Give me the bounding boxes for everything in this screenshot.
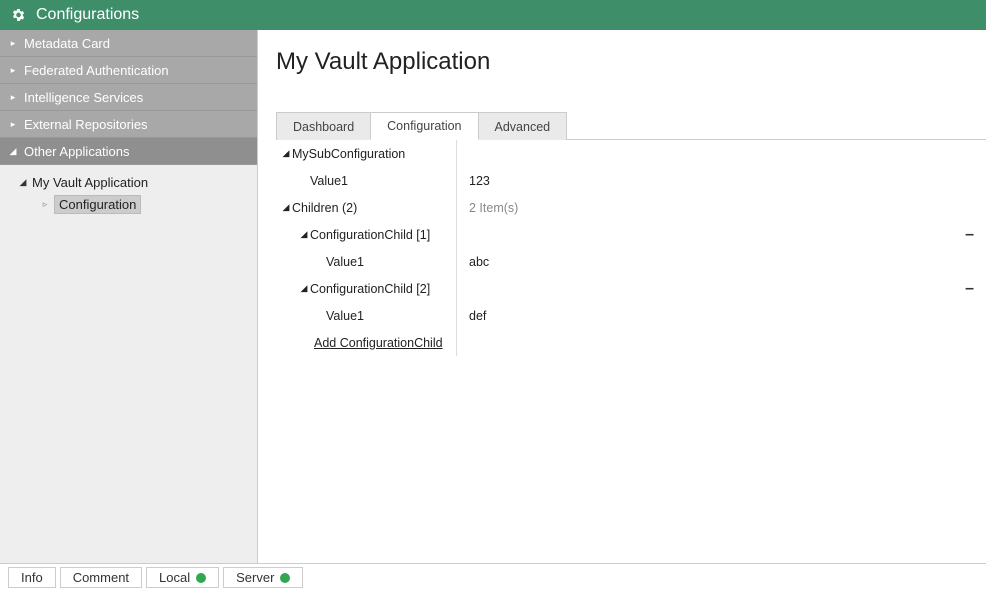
sidebar-section-federated-auth[interactable]: ▸ Federated Authentication xyxy=(0,57,257,84)
add-child-link[interactable]: Add ConfigurationChild xyxy=(314,336,443,350)
sidebar-section-label: Metadata Card xyxy=(24,36,110,51)
status-info-button[interactable]: Info xyxy=(8,567,56,588)
chevron-down-icon: ◢ xyxy=(18,177,28,188)
grid-key: ConfigurationChild [1] xyxy=(310,228,430,242)
sidebar-tree: ◢ My Vault Application ▹ Configuration xyxy=(0,165,257,221)
status-label: Local xyxy=(159,570,190,585)
status-label: Server xyxy=(236,570,274,585)
property-grid: ◢ MySubConfiguration Value1 123 ◢ Ch xyxy=(276,140,986,563)
page-title: My Vault Application xyxy=(276,48,986,76)
tree-item-app[interactable]: ◢ My Vault Application xyxy=(0,171,257,193)
grid-value[interactable] xyxy=(456,140,986,167)
main-panel: My Vault Application Dashboard Configura… xyxy=(258,30,986,563)
remove-icon[interactable]: – xyxy=(965,227,974,243)
chevron-right-icon: ▸ xyxy=(8,119,18,130)
grid-row-add-child[interactable]: Add ConfigurationChild xyxy=(276,329,986,356)
tab-bar-filler xyxy=(566,112,986,140)
tree-item-label: Configuration xyxy=(54,195,141,214)
sidebar-section-other-apps[interactable]: ◢ Other Applications xyxy=(0,138,257,165)
status-local-button[interactable]: Local xyxy=(146,567,219,588)
sidebar-section-intelligence[interactable]: ▸ Intelligence Services xyxy=(0,84,257,111)
grid-value[interactable]: – xyxy=(456,275,986,302)
remove-icon[interactable]: – xyxy=(965,281,974,297)
sidebar-section-label: Federated Authentication xyxy=(24,63,169,78)
sidebar-section-metadata-card[interactable]: ▸ Metadata Card xyxy=(0,30,257,57)
tree-item-label: My Vault Application xyxy=(32,175,148,190)
chevron-down-icon: ◢ xyxy=(8,146,18,157)
status-dot-icon xyxy=(196,573,206,583)
grid-row-child-1[interactable]: ◢ ConfigurationChild [1] – xyxy=(276,221,986,248)
status-server-button[interactable]: Server xyxy=(223,567,303,588)
header-bar: Configurations xyxy=(0,0,986,30)
grid-row-mysubconfig[interactable]: ◢ MySubConfiguration xyxy=(276,140,986,167)
grid-row-child-2[interactable]: ◢ ConfigurationChild [2] – xyxy=(276,275,986,302)
grid-value[interactable]: – xyxy=(456,221,986,248)
chevron-down-icon[interactable]: ◢ xyxy=(298,283,310,294)
grid-value[interactable]: def xyxy=(456,302,986,329)
chevron-down-icon[interactable]: ◢ xyxy=(280,202,292,213)
chevron-down-icon[interactable]: ◢ xyxy=(280,148,292,159)
gear-icon xyxy=(10,7,26,23)
status-comment-button[interactable]: Comment xyxy=(60,567,142,588)
grid-row-children[interactable]: ◢ Children (2) 2 Item(s) xyxy=(276,194,986,221)
grid-key: MySubConfiguration xyxy=(292,147,405,161)
tree-item-configuration[interactable]: ▹ Configuration xyxy=(0,193,257,215)
grid-row-mysub-value1[interactable]: Value1 123 xyxy=(276,167,986,194)
chevron-down-icon[interactable]: ◢ xyxy=(298,229,310,240)
grid-value[interactable]: abc xyxy=(456,248,986,275)
grid-key: Value1 xyxy=(310,174,348,188)
grid-key: Value1 xyxy=(326,255,364,269)
grid-value xyxy=(456,329,986,356)
status-bar: Info Comment Local Server xyxy=(0,563,986,591)
grid-value[interactable]: 2 Item(s) xyxy=(456,194,986,221)
status-dot-icon xyxy=(280,573,290,583)
sidebar: ▸ Metadata Card ▸ Federated Authenticati… xyxy=(0,30,258,563)
grid-value[interactable]: 123 xyxy=(456,167,986,194)
header-title: Configurations xyxy=(36,6,139,24)
tab-bar: Dashboard Configuration Advanced xyxy=(276,112,986,140)
grid-key: Children (2) xyxy=(292,201,357,215)
sidebar-section-label: Intelligence Services xyxy=(24,90,143,105)
sidebar-section-label: Other Applications xyxy=(24,144,130,159)
grid-key: Value1 xyxy=(326,309,364,323)
sidebar-section-external-repos[interactable]: ▸ External Repositories xyxy=(0,111,257,138)
tab-configuration[interactable]: Configuration xyxy=(370,112,478,140)
tab-dashboard[interactable]: Dashboard xyxy=(276,112,371,140)
chevron-right-icon: ▹ xyxy=(40,199,50,210)
grid-row-child-1-value1[interactable]: Value1 abc xyxy=(276,248,986,275)
grid-row-child-2-value1[interactable]: Value1 def xyxy=(276,302,986,329)
chevron-right-icon: ▸ xyxy=(8,38,18,49)
chevron-right-icon: ▸ xyxy=(8,92,18,103)
sidebar-section-label: External Repositories xyxy=(24,117,148,132)
chevron-right-icon: ▸ xyxy=(8,65,18,76)
grid-key: ConfigurationChild [2] xyxy=(310,282,430,296)
tab-advanced[interactable]: Advanced xyxy=(478,112,568,140)
